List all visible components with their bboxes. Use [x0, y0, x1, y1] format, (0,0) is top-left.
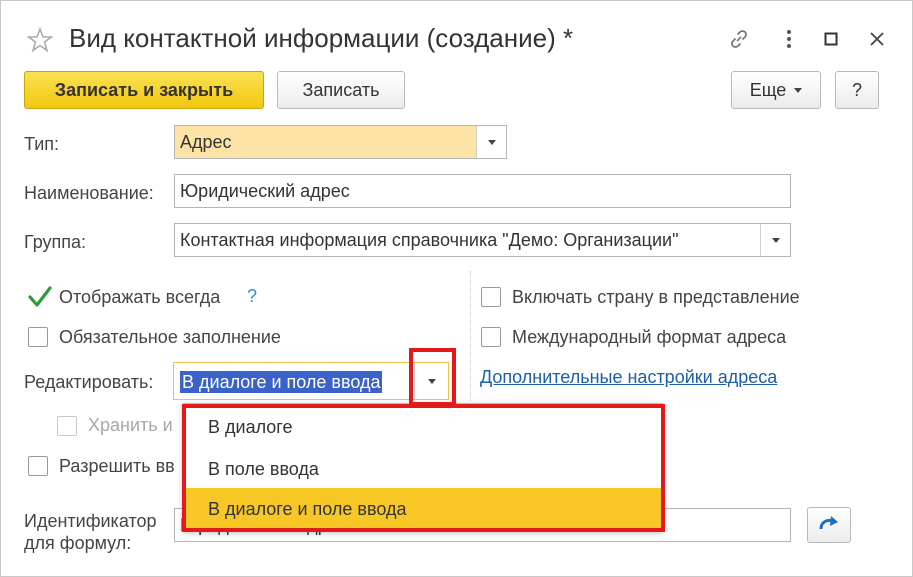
group-dropdown-button[interactable] — [760, 224, 790, 256]
chevron-down-icon — [794, 87, 803, 93]
group-label: Группа: — [24, 232, 87, 252]
save-label: Записать — [302, 79, 380, 100]
store-history-label: Хранить и — [88, 415, 173, 435]
type-dropdown-button[interactable] — [476, 126, 506, 158]
annotation-highlight-options — [182, 404, 665, 532]
chevron-down-icon — [771, 237, 780, 243]
address-settings-link[interactable]: Дополнительные настройки адреса — [480, 367, 777, 388]
edit-mode-value: В диалоге и поле ввода — [180, 371, 383, 393]
type-value: Адрес — [180, 131, 232, 152]
column-divider — [470, 271, 471, 401]
close-icon[interactable] — [863, 25, 891, 53]
edit-mode-select[interactable]: В диалоге и поле ввода — [173, 362, 449, 400]
name-value: Юридический адрес — [180, 180, 350, 201]
allow-multiple-label: Разрешить вв — [59, 456, 175, 476]
help-button[interactable]: ? — [835, 71, 879, 109]
name-label: Наименование: — [24, 183, 154, 203]
show-always-label: Отображать всегда — [59, 287, 221, 307]
help-label: ? — [851, 79, 862, 100]
save-button[interactable]: Записать — [277, 71, 405, 109]
annotation-highlight-dropdown-button — [409, 348, 456, 406]
required-label: Обязательное заполнение — [59, 327, 281, 347]
save-and-close-label: Записать и закрыть — [54, 79, 234, 100]
identifier-label-line1: Идентификатор — [24, 511, 157, 531]
include-country-checkbox[interactable] — [481, 287, 501, 307]
more-vertical-icon[interactable] — [775, 25, 803, 53]
save-and-close-button[interactable]: Записать и закрыть — [24, 71, 264, 109]
show-always-help-icon[interactable]: ? — [247, 286, 257, 307]
store-history-checkbox[interactable] — [57, 416, 77, 436]
type-label: Тип: — [24, 134, 60, 154]
international-format-label: Международный формат адреса — [512, 327, 787, 347]
window-title: Вид контактной информации (создание) * — [69, 23, 574, 53]
maximize-icon[interactable] — [817, 25, 845, 53]
identifier-label-line2: для формул: — [24, 533, 132, 553]
include-country-label: Включать страну в представление — [512, 287, 800, 307]
international-format-checkbox[interactable] — [481, 327, 501, 347]
required-checkbox[interactable] — [28, 327, 48, 347]
generate-identifier-button[interactable] — [807, 507, 851, 543]
chevron-down-icon — [487, 139, 496, 145]
name-field[interactable]: Юридический адрес — [174, 174, 791, 208]
redo-arrow-icon — [819, 516, 838, 530]
link-icon[interactable] — [725, 25, 753, 53]
allow-multiple-checkbox[interactable] — [28, 456, 48, 476]
type-select[interactable]: Адрес — [174, 125, 507, 159]
more-menu-button[interactable]: Еще — [731, 71, 821, 109]
edit-label: Редактировать: — [24, 372, 154, 392]
favorite-star-icon[interactable] — [26, 26, 54, 53]
show-always-checkbox[interactable] — [27, 284, 53, 310]
more-label: Еще — [749, 79, 787, 100]
group-value: Контактная информация справочника "Демо:… — [180, 229, 679, 250]
group-select[interactable]: Контактная информация справочника "Демо:… — [174, 223, 791, 257]
dialog-window: Вид контактной информации (создание) * З… — [0, 0, 913, 577]
